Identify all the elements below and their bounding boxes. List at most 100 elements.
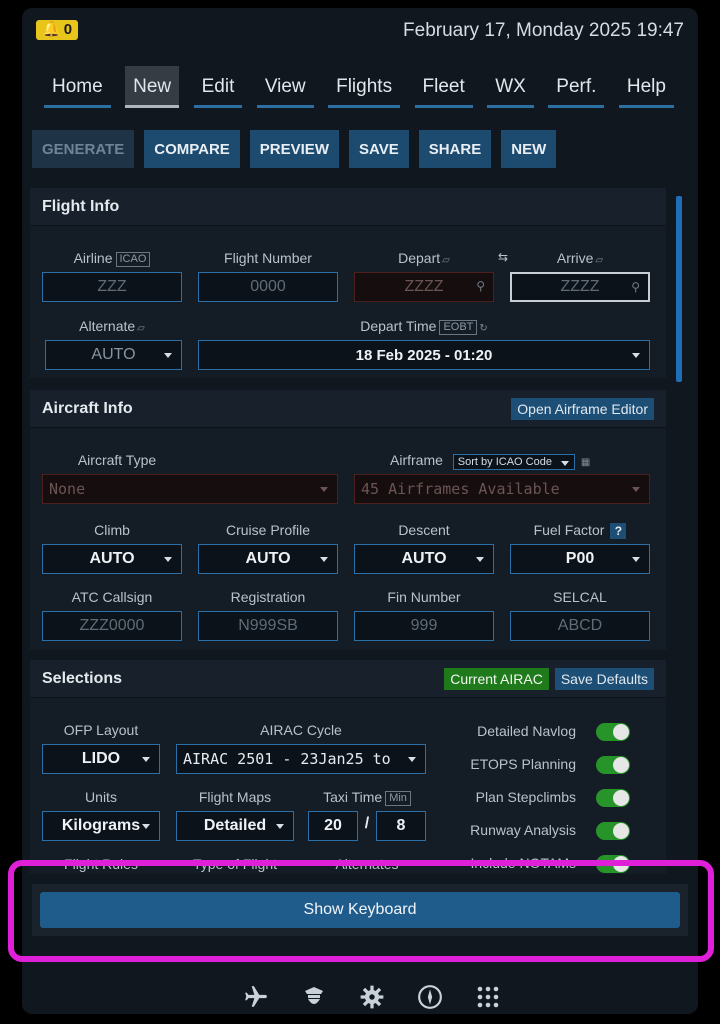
menu-tab-wx[interactable]: WX xyxy=(487,66,534,108)
toggle-label: Detailed Navlog xyxy=(477,723,576,739)
descent-select[interactable]: AUTO xyxy=(354,544,494,574)
etops-planning-toggle[interactable] xyxy=(596,756,630,774)
pilot-icon[interactable] xyxy=(300,983,328,1011)
hat-icon: ▱ xyxy=(595,255,604,266)
compass-icon[interactable] xyxy=(416,983,444,1011)
selections-section: Selections Current AIRAC Save Defaults O… xyxy=(30,660,666,874)
toggle-row-plan-stepclimbs: Plan Stepclimbs xyxy=(460,787,660,809)
hat-icon: ▱ xyxy=(442,255,450,266)
min-tag: Min xyxy=(385,791,411,806)
alternate-label: Alternate ▱ xyxy=(79,318,145,334)
flight-info-section: Flight Info Airline ICAO ZZZ Flight Numbe… xyxy=(30,188,666,378)
taxi-in-input[interactable]: 8 xyxy=(376,811,426,841)
toggle-row-runway-analysis: Runway Analysis xyxy=(460,820,660,842)
section-title: Aircraft Info xyxy=(42,399,133,417)
detailed-navlog-toggle[interactable] xyxy=(596,723,630,741)
registration-label: Registration xyxy=(230,589,306,605)
depart-input[interactable]: ZZZZ ⚲ xyxy=(354,272,494,302)
airac-cycle-select[interactable]: AIRAC 2501 - 23Jan25 to xyxy=(176,744,426,774)
share-button[interactable]: SHARE xyxy=(418,130,492,168)
units-select[interactable]: Kilograms xyxy=(42,811,160,841)
compare-button[interactable]: COMPARE xyxy=(144,130,240,168)
include-notams-toggle[interactable] xyxy=(596,855,630,873)
bell-icon: 🔔 xyxy=(42,21,61,38)
calendar-icon[interactable]: ▦ xyxy=(581,457,590,468)
generate-button[interactable]: GENERATE xyxy=(32,130,135,168)
alternate-select[interactable]: AUTO xyxy=(45,340,182,370)
plan-stepclimbs-toggle[interactable] xyxy=(596,789,630,807)
grid-icon[interactable] xyxy=(474,983,502,1011)
flight-maps-label: Flight Maps xyxy=(198,789,272,805)
type-of-flight-label: Type of Flight xyxy=(192,856,278,872)
menu-tab-view[interactable]: View xyxy=(256,66,314,108)
current-airac-button[interactable]: Current AIRAC xyxy=(444,667,549,690)
aircraft-info-header: Aircraft Info Open Airframe Editor xyxy=(30,390,666,428)
app-window: 🔔 0 February 17, Monday 2025 19:47 Home … xyxy=(22,8,698,1014)
menu-tab-flights[interactable]: Flights xyxy=(328,66,401,108)
toggle-label: Include NOTAMs xyxy=(470,855,576,871)
depart-time-select[interactable]: 18 Feb 2025 - 01:20 xyxy=(198,340,650,370)
fuel-factor-label: Fuel Factor? xyxy=(510,522,650,539)
atc-callsign-label: ATC Callsign xyxy=(71,589,153,605)
taxi-time-label: Taxi Time Min xyxy=(308,789,426,806)
search-icon: ⚲ xyxy=(631,280,640,294)
taxi-out-input[interactable]: 20 xyxy=(308,811,358,841)
cruise-profile-select[interactable]: AUTO xyxy=(198,544,338,574)
menu-tab-new[interactable]: New xyxy=(125,66,180,108)
aircraft-type-select[interactable]: None xyxy=(42,474,338,504)
save-button[interactable]: SAVE xyxy=(348,130,409,168)
arrive-input[interactable]: ZZZZ ⚲ xyxy=(510,272,650,302)
notification-badge[interactable]: 🔔 0 xyxy=(36,20,79,40)
atc-callsign-input[interactable]: ZZZ0000 xyxy=(42,611,182,641)
swap-icon[interactable]: ⇆ xyxy=(496,250,510,264)
arrive-label: Arrive ▱ xyxy=(556,250,604,266)
show-keyboard-button[interactable]: Show Keyboard xyxy=(40,892,680,928)
save-defaults-button[interactable]: Save Defaults xyxy=(554,667,654,690)
flight-maps-select[interactable]: Detailed xyxy=(176,811,294,841)
aircraft-info-section: Aircraft Info Open Airframe Editor Aircr… xyxy=(30,390,666,650)
selections-header: Selections Current AIRAC Save Defaults xyxy=(30,660,666,698)
menu-tab-fleet[interactable]: Fleet xyxy=(414,66,474,108)
preview-button[interactable]: PREVIEW xyxy=(249,130,339,168)
flight-number-input[interactable]: 0000 xyxy=(198,272,338,302)
toggle-label: Plan Stepclimbs xyxy=(475,789,576,805)
refresh-icon: ↻ xyxy=(479,323,488,334)
airac-cycle-label: AIRAC Cycle xyxy=(260,722,342,738)
toggle-label: Runway Analysis xyxy=(470,822,576,838)
selcal-input[interactable]: ABCD xyxy=(510,611,650,641)
form-scroll-area[interactable]: Flight Info Airline ICAO ZZZ Flight Numbe… xyxy=(30,188,666,874)
new-button[interactable]: NEW xyxy=(501,130,557,168)
airframe-sort-select[interactable]: Sort by ICAO Code xyxy=(452,454,575,470)
help-icon[interactable]: ? xyxy=(610,523,627,539)
eobt-tag: EOBT xyxy=(439,320,478,335)
open-airframe-editor-button[interactable]: Open Airframe Editor xyxy=(511,397,654,420)
keyboard-bar: Show Keyboard xyxy=(32,884,688,936)
menu-tab-edit[interactable]: Edit xyxy=(193,66,243,108)
scrollbar[interactable] xyxy=(676,196,682,382)
notification-count: 0 xyxy=(63,21,73,38)
menu-tab-help[interactable]: Help xyxy=(618,66,675,108)
menu-tab-home[interactable]: Home xyxy=(44,66,111,108)
depart-label: Depart ▱ xyxy=(398,250,450,266)
flight-number-label: Flight Number xyxy=(224,250,312,266)
selcal-label: SELCAL xyxy=(553,589,607,605)
toggle-label: ETOPS Planning xyxy=(470,756,576,772)
toggle-row-detailed-navlog: Detailed Navlog xyxy=(460,721,660,743)
fin-number-input[interactable]: 999 xyxy=(354,611,494,641)
descent-label: Descent xyxy=(398,522,450,538)
airline-input[interactable]: ZZZ xyxy=(42,272,182,302)
runway-analysis-toggle[interactable] xyxy=(596,822,630,840)
registration-input[interactable]: N999SB xyxy=(198,611,338,641)
airframe-select[interactable]: 45 Airframes Available xyxy=(354,474,650,504)
ofp-layout-select[interactable]: LIDO xyxy=(42,744,160,774)
climb-select[interactable]: AUTO xyxy=(42,544,182,574)
toggle-row-include-notams: Include NOTAMs xyxy=(460,853,660,874)
bottom-nav xyxy=(242,974,502,1014)
fuel-factor-select[interactable]: P00 xyxy=(510,544,650,574)
depart-time-label: Depart Time EOBT ↻ xyxy=(360,318,488,335)
menu-tab-perf[interactable]: Perf. xyxy=(548,66,605,108)
ofp-layout-label: OFP Layout xyxy=(63,722,139,738)
airplane-icon[interactable] xyxy=(242,983,270,1011)
gear-icon[interactable] xyxy=(358,983,386,1011)
status-bar: 🔔 0 February 17, Monday 2025 19:47 xyxy=(36,18,684,44)
